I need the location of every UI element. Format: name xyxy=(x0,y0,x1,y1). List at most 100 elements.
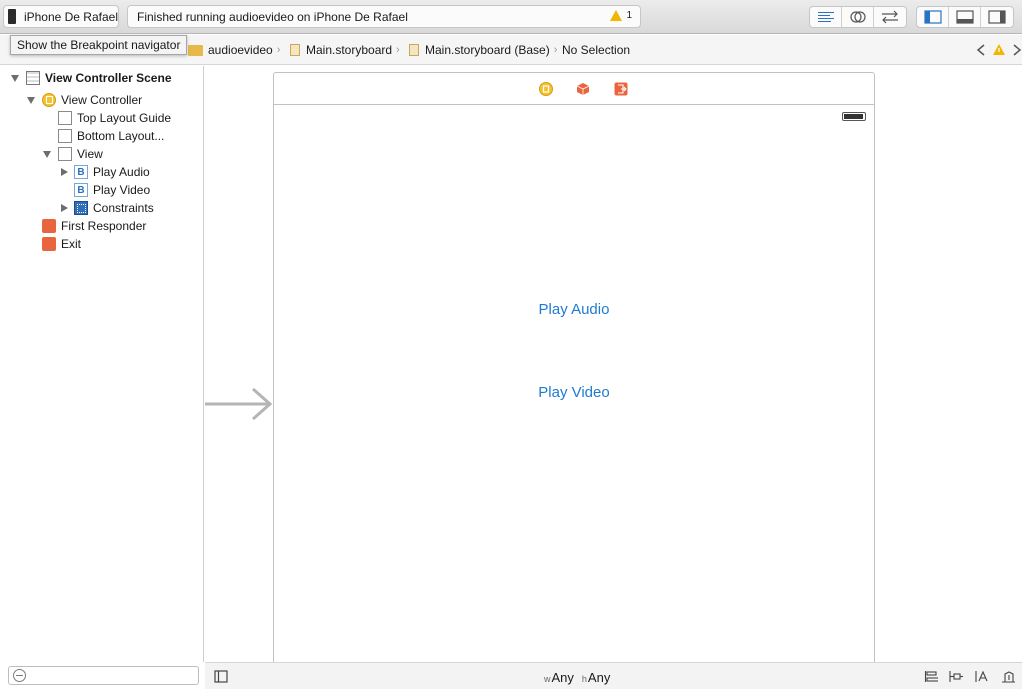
width-class: Any xyxy=(551,670,574,685)
width-prefix: w xyxy=(544,674,551,684)
iphone-icon xyxy=(8,9,16,24)
chevron-right-icon: › xyxy=(396,44,400,56)
battery-icon xyxy=(842,112,866,121)
storyboard-icon xyxy=(290,44,300,56)
scene-icon xyxy=(26,71,40,85)
height-class: Any xyxy=(587,670,611,685)
breadcrumb-selection[interactable]: No Selection xyxy=(562,43,630,57)
breadcrumb-label: audioevideo xyxy=(208,43,273,57)
filter-icon xyxy=(13,669,26,682)
canvas-bottom-bar: wAny hAny xyxy=(205,662,1022,689)
debug-toggle-button[interactable] xyxy=(949,7,981,27)
warning-count: 1 xyxy=(626,10,632,21)
document-outline: View Controller Scene View Controller To… xyxy=(3,66,204,662)
outline-play-video-row[interactable]: B Play Video xyxy=(74,181,150,199)
outline-scene-row[interactable]: View Controller Scene xyxy=(11,69,172,87)
play-audio-button[interactable]: Play Audio xyxy=(274,301,874,318)
outline-bottom-layout-guide-row[interactable]: Bottom Layout... xyxy=(58,127,164,145)
navigator-toggle-button[interactable] xyxy=(917,7,949,27)
disclosure-open-icon[interactable] xyxy=(27,96,35,104)
device-name: iPhone De Rafael xyxy=(23,9,118,24)
initial-scene-arrow-icon xyxy=(205,387,273,421)
view-controller-icon xyxy=(42,93,56,107)
show-outline-icon[interactable] xyxy=(214,670,228,683)
play-video-button[interactable]: Play Video xyxy=(274,384,874,401)
breadcrumb-localization[interactable]: Main.storyboard (Base) › xyxy=(409,43,561,57)
folder-icon xyxy=(188,44,203,56)
scene-dock xyxy=(274,73,874,105)
constraints-icon xyxy=(74,201,88,215)
outline-filter-field[interactable] xyxy=(8,666,199,685)
outline-label: First Responder xyxy=(61,219,147,233)
button-icon: B xyxy=(74,183,88,197)
version-editor-button[interactable] xyxy=(874,7,906,27)
outline-label: Exit xyxy=(61,237,82,251)
outline-label: Play Audio xyxy=(93,165,150,179)
button-icon: B xyxy=(74,165,88,179)
chevron-right-icon[interactable] xyxy=(1012,44,1022,56)
activity-status: Finished running audioevideo on iPhone D… xyxy=(127,5,641,28)
breadcrumb-label: No Selection xyxy=(562,43,631,57)
utilities-panel-icon xyxy=(988,10,1006,24)
storyboard-icon xyxy=(409,44,419,56)
view-icon xyxy=(58,147,72,161)
breadcrumb-label: Main.storyboard xyxy=(306,43,393,57)
chevron-right-icon: › xyxy=(276,44,281,56)
outline-label: Bottom Layout... xyxy=(77,129,165,143)
resizing-behavior-icon[interactable] xyxy=(1001,670,1015,683)
breakpoint-navigator-tooltip: Show the Breakpoint navigator xyxy=(10,35,188,55)
exit-icon[interactable] xyxy=(614,82,628,96)
disclosure-open-icon[interactable] xyxy=(43,150,51,158)
breadcrumb-label: Main.storyboard (Base) xyxy=(425,43,550,57)
outline-exit-row[interactable]: Exit xyxy=(42,235,81,253)
disclosure-open-icon[interactable] xyxy=(11,74,19,82)
layout-guide-icon xyxy=(58,111,72,125)
outline-view-controller-row[interactable]: View Controller xyxy=(27,91,142,109)
view-controller-frame[interactable]: Play Audio Play Video xyxy=(273,72,875,672)
warning-icon xyxy=(610,10,623,21)
standard-editor-icon xyxy=(817,12,834,22)
navigator-panel-icon xyxy=(923,10,942,24)
outline-label: Top Layout Guide xyxy=(77,111,172,125)
outline-label: View Controller xyxy=(61,93,143,107)
status-message: Finished running audioevideo on iPhone D… xyxy=(137,9,408,24)
disclosure-closed-icon[interactable] xyxy=(61,204,68,212)
outline-view-row[interactable]: View xyxy=(43,145,103,163)
disclosure-closed-icon[interactable] xyxy=(61,168,68,176)
assistant-editor-button[interactable] xyxy=(842,7,874,27)
utilities-toggle-button[interactable] xyxy=(981,7,1013,27)
chevron-left-icon[interactable] xyxy=(976,44,986,56)
storyboard-canvas[interactable]: Play Audio Play Video xyxy=(205,66,1022,672)
chevron-right-icon: › xyxy=(553,44,558,56)
outline-play-audio-row[interactable]: B Play Audio xyxy=(61,163,150,181)
outline-top-layout-guide-row[interactable]: Top Layout Guide xyxy=(58,109,171,127)
align-icon[interactable] xyxy=(924,670,938,683)
outline-label: View Controller Scene xyxy=(45,71,172,85)
device-selector[interactable]: iPhone De Rafael xyxy=(3,5,119,28)
outline-label: Play Video xyxy=(93,183,151,197)
version-editor-icon xyxy=(882,10,898,24)
pin-icon[interactable] xyxy=(949,670,963,683)
first-responder-icon[interactable] xyxy=(576,82,590,96)
exit-icon xyxy=(42,237,56,251)
assistant-editor-icon xyxy=(849,11,866,23)
outline-constraints-row[interactable]: Constraints xyxy=(61,199,154,217)
toolbar: iPhone De Rafael Finished running audioe… xyxy=(0,0,1022,34)
editor-mode-control xyxy=(809,6,907,28)
debug-panel-icon xyxy=(955,10,974,24)
outline-label: Constraints xyxy=(93,201,154,215)
warning-indicator[interactable]: 1 xyxy=(610,10,632,21)
resolve-issues-icon[interactable] xyxy=(975,670,989,683)
outline-label: View xyxy=(77,147,103,161)
view-controller-icon[interactable] xyxy=(539,82,553,96)
warning-icon[interactable] xyxy=(992,43,1006,56)
breadcrumb-project[interactable]: audioevideo › xyxy=(188,43,284,57)
view-toggle-control xyxy=(916,6,1014,28)
outline-first-responder-row[interactable]: First Responder xyxy=(42,217,146,235)
first-responder-icon xyxy=(42,219,56,233)
standard-editor-button[interactable] xyxy=(810,7,842,27)
height-prefix: h xyxy=(581,674,587,684)
breadcrumb-file[interactable]: Main.storyboard › xyxy=(290,43,404,57)
size-class-control[interactable]: wAny hAny xyxy=(544,670,610,685)
layout-guide-icon xyxy=(58,129,72,143)
